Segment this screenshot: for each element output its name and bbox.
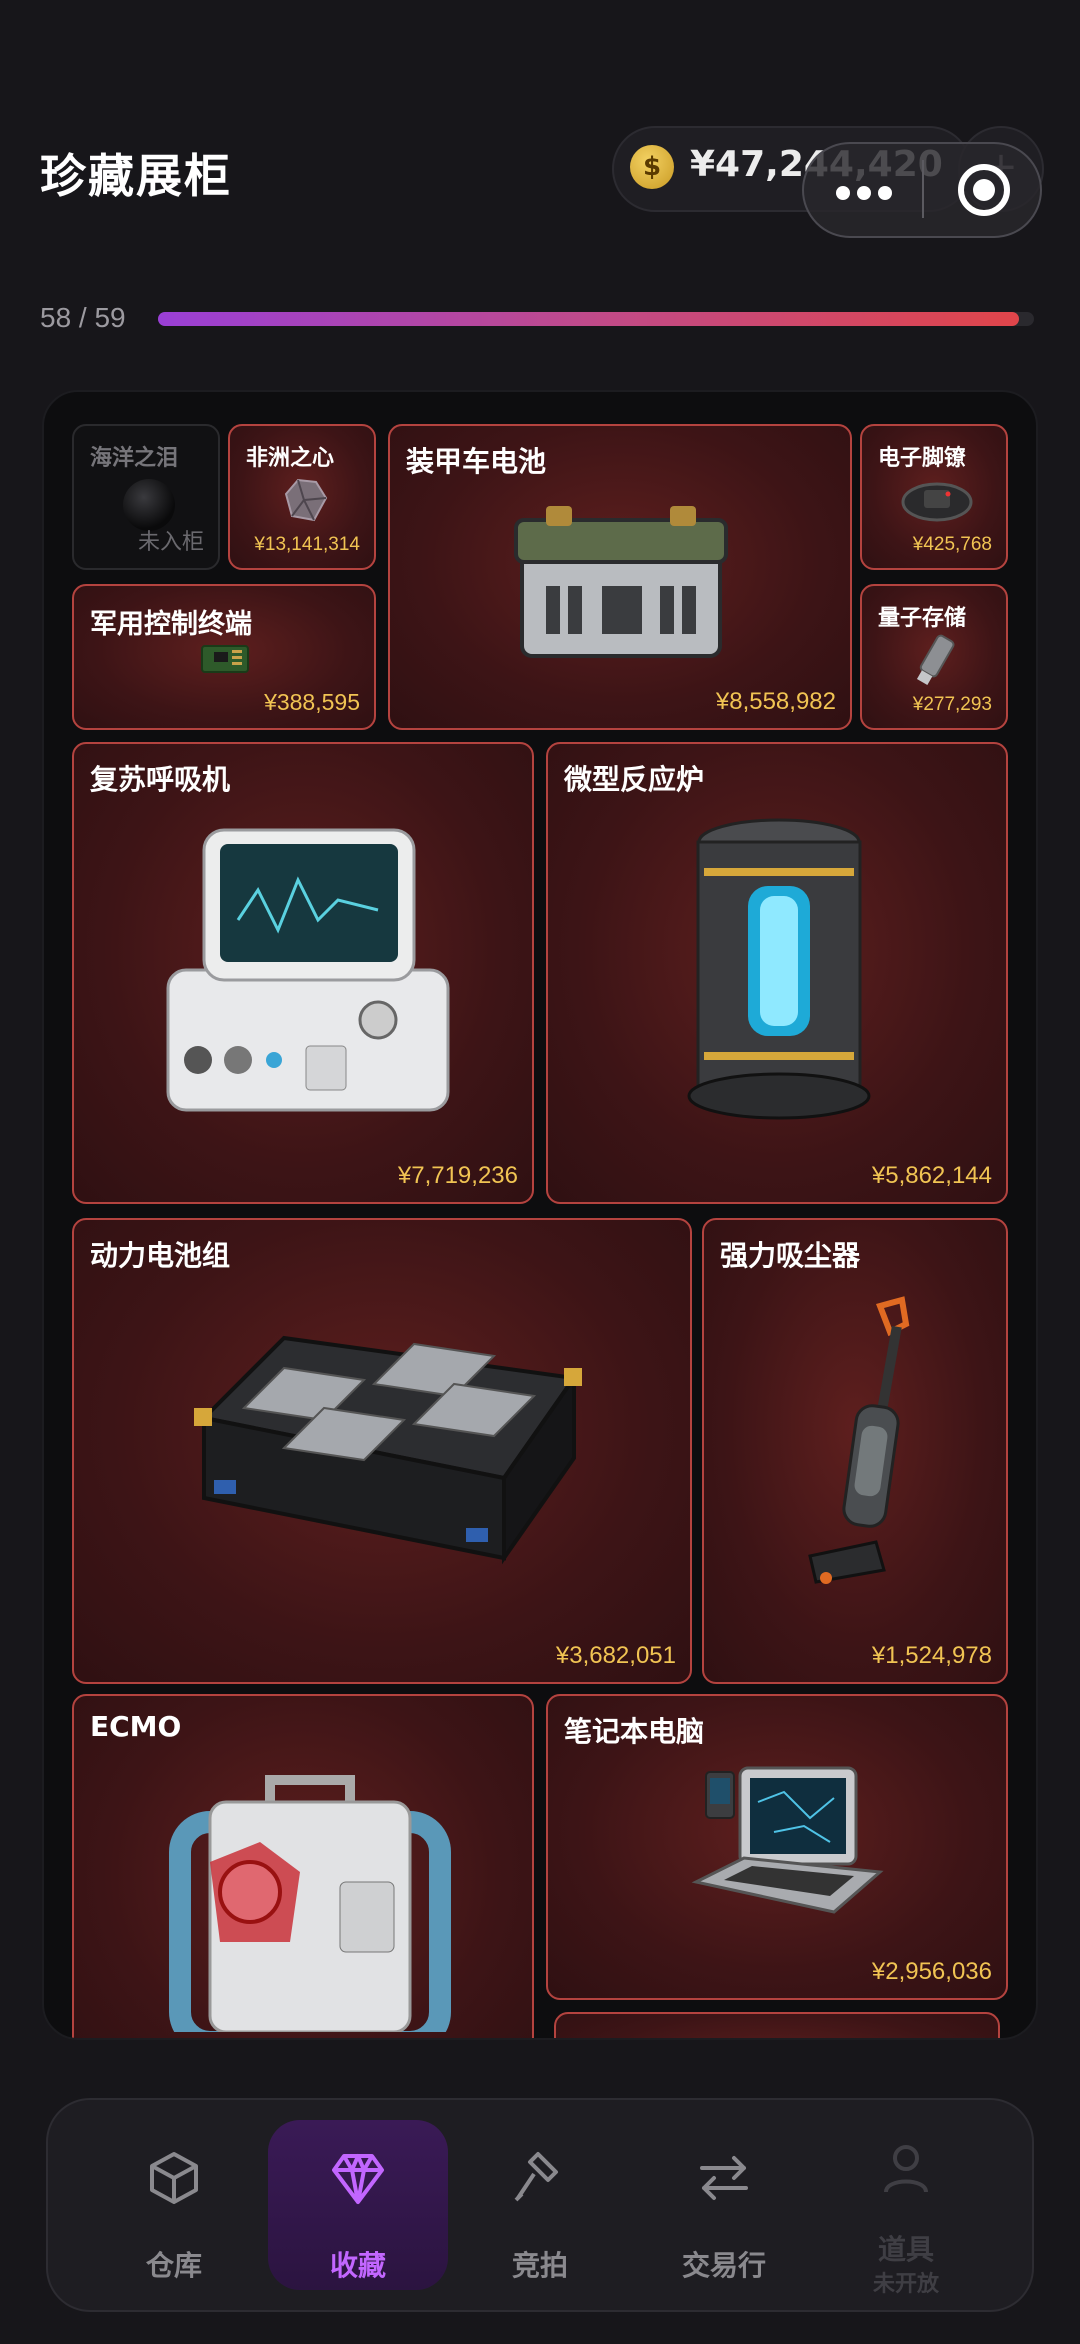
progress-fill bbox=[158, 312, 1020, 326]
collection-progress-label: 58 / 59 bbox=[40, 302, 126, 333]
box-icon bbox=[150, 2152, 198, 2204]
item-card-ocean-tear[interactable]: 海洋之泪 未入柜 bbox=[72, 424, 220, 570]
item-price: ¥13,141,314 bbox=[254, 534, 360, 555]
item-name: 装甲车电池 bbox=[406, 445, 547, 478]
item-status: 未入柜 bbox=[137, 530, 204, 555]
nav-tab-collection[interactable]: 收藏 bbox=[268, 2120, 448, 2290]
ventilator-icon bbox=[166, 828, 450, 1112]
item-card-military-control-terminal[interactable]: 军用控制终端 ¥388,595 bbox=[72, 584, 376, 730]
ecmo-machine-icon bbox=[169, 1775, 451, 2032]
item-card-laptop[interactable]: 笔记本电脑 ¥2,956,036 bbox=[546, 1694, 1008, 2000]
item-card-electronic-shackle[interactable]: 电子脚镣 ¥425,768 bbox=[860, 424, 1008, 570]
item-price: ¥388,595 bbox=[264, 689, 360, 715]
item-name: 强力吸尘器 bbox=[720, 1239, 861, 1272]
swap-icon bbox=[700, 2156, 748, 2200]
capsule-divider bbox=[922, 160, 924, 218]
nav-tab-auction[interactable]: 竞拍 bbox=[450, 2120, 630, 2290]
item-name: 军用控制终端 bbox=[90, 609, 252, 640]
armored-battery-icon bbox=[514, 506, 728, 658]
item-name: 动力电池组 bbox=[90, 1239, 231, 1272]
nav-label: 道具 bbox=[877, 2233, 934, 2266]
close-target-icon[interactable] bbox=[958, 164, 1010, 216]
item-card-armored-battery[interactable]: 装甲车电池 ¥8,558,982 bbox=[388, 424, 852, 730]
item-price: ¥3,682,051 bbox=[555, 1642, 676, 1669]
collection-progress-bar bbox=[158, 312, 1034, 326]
gemstone-icon bbox=[284, 478, 328, 522]
item-name: 笔记本电脑 bbox=[564, 1715, 705, 1748]
circuit-board-icon bbox=[201, 645, 249, 673]
nav-tab-props: 道具 未开放 bbox=[816, 2120, 996, 2297]
nav-label: 交易行 bbox=[681, 2249, 766, 2282]
user-icon bbox=[884, 2145, 928, 2193]
diamond-icon bbox=[332, 2154, 384, 2204]
nav-label: 仓库 bbox=[145, 2249, 202, 2282]
item-name: 电子脚镣 bbox=[878, 446, 967, 471]
item-card-battery-pack[interactable]: 动力电池组 ¥3,682,051 bbox=[72, 1218, 692, 1684]
item-price: ¥5,862,144 bbox=[871, 1162, 992, 1189]
battery-pack-icon bbox=[194, 1335, 582, 1565]
nav-sublabel: 未开放 bbox=[872, 2272, 939, 2297]
item-card-quantum-storage[interactable]: 量子存储 ¥277,293 bbox=[860, 584, 1008, 730]
item-card-vacuum-cleaner[interactable]: 强力吸尘器 ¥1,524,978 bbox=[702, 1218, 1008, 1684]
mini-reactor-icon bbox=[687, 818, 871, 1120]
item-name: 非洲之心 bbox=[246, 446, 335, 471]
item-price: ¥2,956,036 bbox=[871, 1958, 992, 1985]
item-card-partial[interactable] bbox=[554, 2012, 1000, 2038]
item-card-ecmo[interactable]: ECMO bbox=[72, 1694, 534, 2038]
usb-drive-icon bbox=[916, 634, 955, 686]
vacuum-cleaner-icon bbox=[808, 1296, 910, 1584]
nav-tab-trading[interactable]: 交易行 bbox=[634, 2120, 814, 2290]
item-name: 复苏呼吸机 bbox=[90, 763, 231, 796]
rugged-laptop-icon bbox=[691, 1766, 884, 1914]
item-price: ¥7,719,236 bbox=[397, 1162, 518, 1189]
electronic-shackle-icon bbox=[901, 482, 973, 522]
coin-icon: $ bbox=[630, 145, 674, 189]
nav-tab-warehouse[interactable]: 仓库 bbox=[84, 2120, 264, 2290]
item-card-ventilator[interactable]: 复苏呼吸机 ¥7,719,236 bbox=[72, 742, 534, 1204]
item-name: 微型反应炉 bbox=[564, 763, 705, 796]
nav-label: 竞拍 bbox=[511, 2249, 568, 2282]
item-name: ECMO bbox=[90, 1710, 182, 1743]
item-card-heart-of-africa[interactable]: 非洲之心 ¥13,141,314 bbox=[228, 424, 376, 570]
more-icon[interactable] bbox=[836, 186, 892, 200]
item-card-mini-reactor[interactable]: 微型反应炉 ¥5,862,144 bbox=[546, 742, 1008, 1204]
page-title: 珍藏展柜 bbox=[40, 149, 232, 203]
item-price: ¥1,524,978 bbox=[871, 1642, 992, 1669]
nav-label: 收藏 bbox=[329, 2249, 386, 2282]
gavel-icon bbox=[514, 2152, 558, 2202]
display-cabinet: 海洋之泪 未入柜 非洲之心 ¥13,141,314 装甲车电池 ¥8,558,9… bbox=[42, 390, 1038, 2040]
item-price: ¥8,558,982 bbox=[715, 688, 836, 715]
item-price: ¥425,768 bbox=[912, 534, 992, 555]
item-price: ¥277,293 bbox=[912, 694, 992, 715]
item-name: 量子存储 bbox=[878, 606, 967, 631]
item-name: 海洋之泪 bbox=[90, 446, 179, 471]
